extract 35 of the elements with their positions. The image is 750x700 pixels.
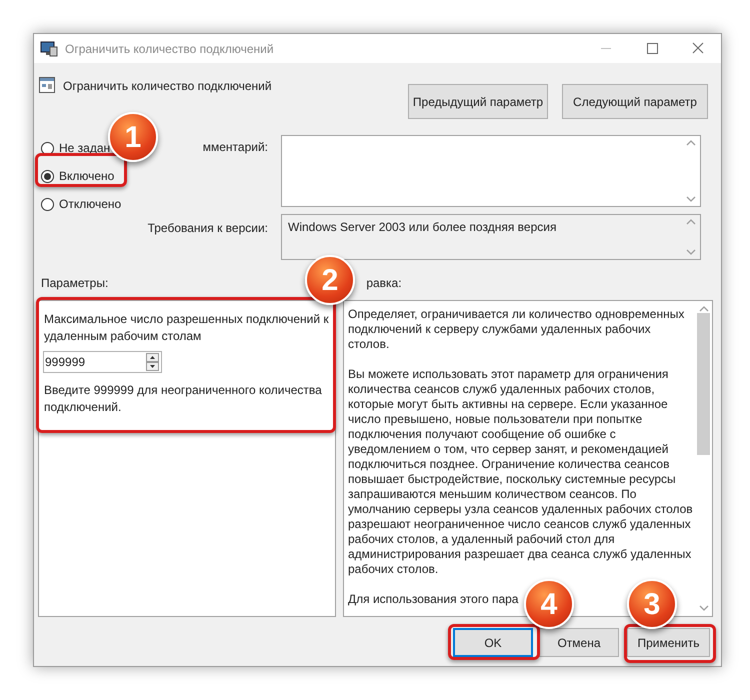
dialog-button[interactable]: Применить: [627, 628, 710, 657]
comment-label: мментарий:: [202, 140, 268, 154]
scroll-down-icon[interactable]: [686, 196, 696, 203]
scroll-down-icon[interactable]: [686, 249, 696, 256]
help-text: Определяет, ограничивается ли количество одновременных подключений к серверу службами удаленных рабочих столов.: [348, 307, 686, 352]
window-title: Ограничить количество подключений: [65, 40, 274, 58]
requirements-text: Windows Server 2003 или более поздняя версия: [288, 219, 556, 236]
scroll-up-icon[interactable]: [698, 305, 708, 312]
number-spinner[interactable]: 999999: [43, 351, 162, 373]
dialog-button[interactable]: Отмена: [539, 628, 619, 657]
scroll-down-icon[interactable]: [698, 605, 708, 612]
scroll-up-icon[interactable]: [686, 218, 696, 225]
option-label: Максимальное число разрешенных подключений к удаленным рабочим столам: [43, 311, 330, 345]
help-text: Для использования этого пара: [348, 592, 518, 607]
radio-label[interactable]: Не задан: [59, 139, 110, 157]
requirements-label: Требования к версии:: [148, 221, 268, 235]
spin-arrows-icon[interactable]: [146, 353, 159, 371]
scroll-up-icon[interactable]: [686, 139, 696, 146]
help-label: равка:: [366, 275, 402, 290]
comment-field[interactable]: [281, 135, 701, 207]
radio-button[interactable]: [41, 142, 54, 154]
options-label: Параметры:: [41, 275, 108, 290]
radio-label[interactable]: Включено: [59, 167, 114, 185]
help-text: Вы можете использовать этот параметр для ограничения количества сеансов служб удаленных рабочих столов, которые могут быть активны на сервере. Если указанное число превышено, новые пользователи при попытке подключения получают сообщение об ошибке с уведомлением о том, что сервер занят, и рекомендацией подключиться позднее. Ограничение количества сеансов повышает быстродействие, поскольку системные ресурсы запрашиваются меньшим количеством сеансов. По умолчанию серверы узла сеансов удаленных рабочих столов разрешают неограниченное число сеансов служб удаленных рабочих столов, а удаленный рабочий стол для администрирования разрешает два сеанса служб удаленных рабочих столов.: [348, 367, 693, 577]
policy-icon: [39, 77, 55, 93]
nav-button[interactable]: Следующий параметр: [562, 84, 708, 119]
nav-button[interactable]: Предыдущий параметр: [408, 84, 548, 119]
radio-label[interactable]: Отключено: [59, 195, 122, 213]
computer-icon: [40, 40, 58, 56]
dialog-button[interactable]: OK: [453, 628, 533, 657]
radio-button[interactable]: [41, 198, 54, 210]
policy-name: Ограничить количество подключений: [63, 78, 272, 95]
option-hint: Введите 999999 для неограниченного количества подключений.: [43, 382, 323, 416]
scrollbar-thumb[interactable]: [697, 312, 710, 454]
radio-button[interactable]: [41, 170, 54, 182]
